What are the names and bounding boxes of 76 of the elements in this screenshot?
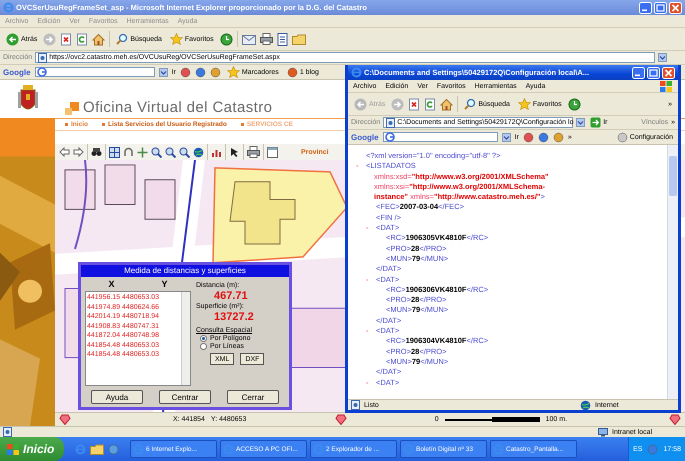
star-icon (226, 66, 240, 78)
windows-logo-icon (659, 80, 673, 92)
pointer-icon[interactable] (229, 146, 240, 158)
right-arrow-icon[interactable] (73, 147, 84, 157)
stop-icon[interactable] (60, 32, 72, 46)
google-icon[interactable] (36, 67, 47, 77)
move-icon[interactable] (137, 146, 148, 158)
distance-value: 467.71 (213, 290, 249, 302)
area-value: 13727.2 (213, 311, 255, 323)
close-icon[interactable] (662, 66, 675, 78)
go-arrow-icon (590, 117, 602, 128)
minimize-icon[interactable] (632, 66, 645, 78)
search-field[interactable] (34, 67, 155, 77)
zoom-icon[interactable] (179, 146, 190, 158)
network-icon (598, 428, 608, 436)
history-icon[interactable] (568, 98, 581, 110)
radio-button[interactable] (200, 343, 207, 350)
dropdown-icon[interactable] (502, 132, 511, 142)
window-icon[interactable] (267, 146, 278, 158)
page-icon (3, 427, 12, 437)
refresh-icon[interactable] (76, 32, 88, 46)
google-logo: Google (3, 68, 31, 76)
left-arrow-icon[interactable] (59, 147, 70, 157)
start-button[interactable]: Inicio (0, 437, 64, 461)
dialog-button[interactable]: Ayuda (91, 390, 143, 404)
home-icon[interactable] (440, 98, 454, 110)
dialog-title: Medida de distancias y superficies (81, 265, 289, 277)
marker-icon (334, 414, 347, 425)
browser-icon (75, 444, 86, 454)
dialog-button[interactable]: Cerrar (227, 390, 279, 404)
site-title: Oficina Virtual del Catastro (83, 99, 272, 116)
logo-icon (65, 102, 79, 116)
mail-icon[interactable] (242, 34, 256, 44)
binoculars-icon[interactable] (91, 147, 102, 157)
scroll-bar[interactable] (667, 145, 678, 399)
grid-icon[interactable] (109, 146, 120, 158)
document-icon[interactable] (276, 32, 288, 46)
print-icon[interactable] (260, 33, 273, 45)
dropdown-icon[interactable] (658, 53, 668, 62)
stop-icon[interactable] (408, 98, 420, 110)
home-icon[interactable] (92, 32, 106, 46)
zoom-in-icon[interactable] (151, 146, 162, 158)
search-field[interactable] (382, 132, 498, 142)
close-icon[interactable] (669, 2, 682, 14)
marker-icon (59, 414, 71, 425)
column-header: X (108, 279, 114, 291)
page-icon (386, 118, 396, 128)
windows-logo-icon (6, 442, 20, 456)
search-icon (116, 33, 128, 45)
history-icon[interactable] (220, 32, 233, 46)
globe-icon (193, 146, 204, 158)
google-icon[interactable] (384, 132, 395, 142)
browser-icon (351, 67, 362, 78)
star-icon (518, 98, 531, 110)
scroll-bar[interactable] (181, 292, 190, 385)
column-header: Y (161, 279, 168, 291)
globe-icon (580, 400, 591, 410)
star-icon (170, 33, 183, 45)
minimize-icon[interactable] (639, 2, 652, 14)
search-icon (464, 98, 476, 110)
back-icon (354, 98, 367, 110)
google-logo: Google (351, 132, 379, 142)
zoom-out-icon[interactable] (165, 146, 176, 158)
refresh-icon[interactable] (424, 98, 436, 110)
maximize-icon[interactable] (647, 66, 660, 78)
print-icon[interactable] (247, 146, 260, 158)
folder-icon[interactable] (90, 444, 104, 454)
radio-button[interactable] (200, 335, 207, 342)
page-icon (38, 52, 48, 62)
page-icon (351, 400, 360, 410)
back-icon (6, 32, 19, 46)
maximize-icon[interactable] (654, 2, 667, 14)
dialog-button[interactable]: Centrar (159, 390, 211, 404)
dropdown-icon[interactable] (158, 68, 168, 76)
browser-icon (3, 2, 14, 13)
dropdown-icon[interactable] (576, 118, 586, 127)
